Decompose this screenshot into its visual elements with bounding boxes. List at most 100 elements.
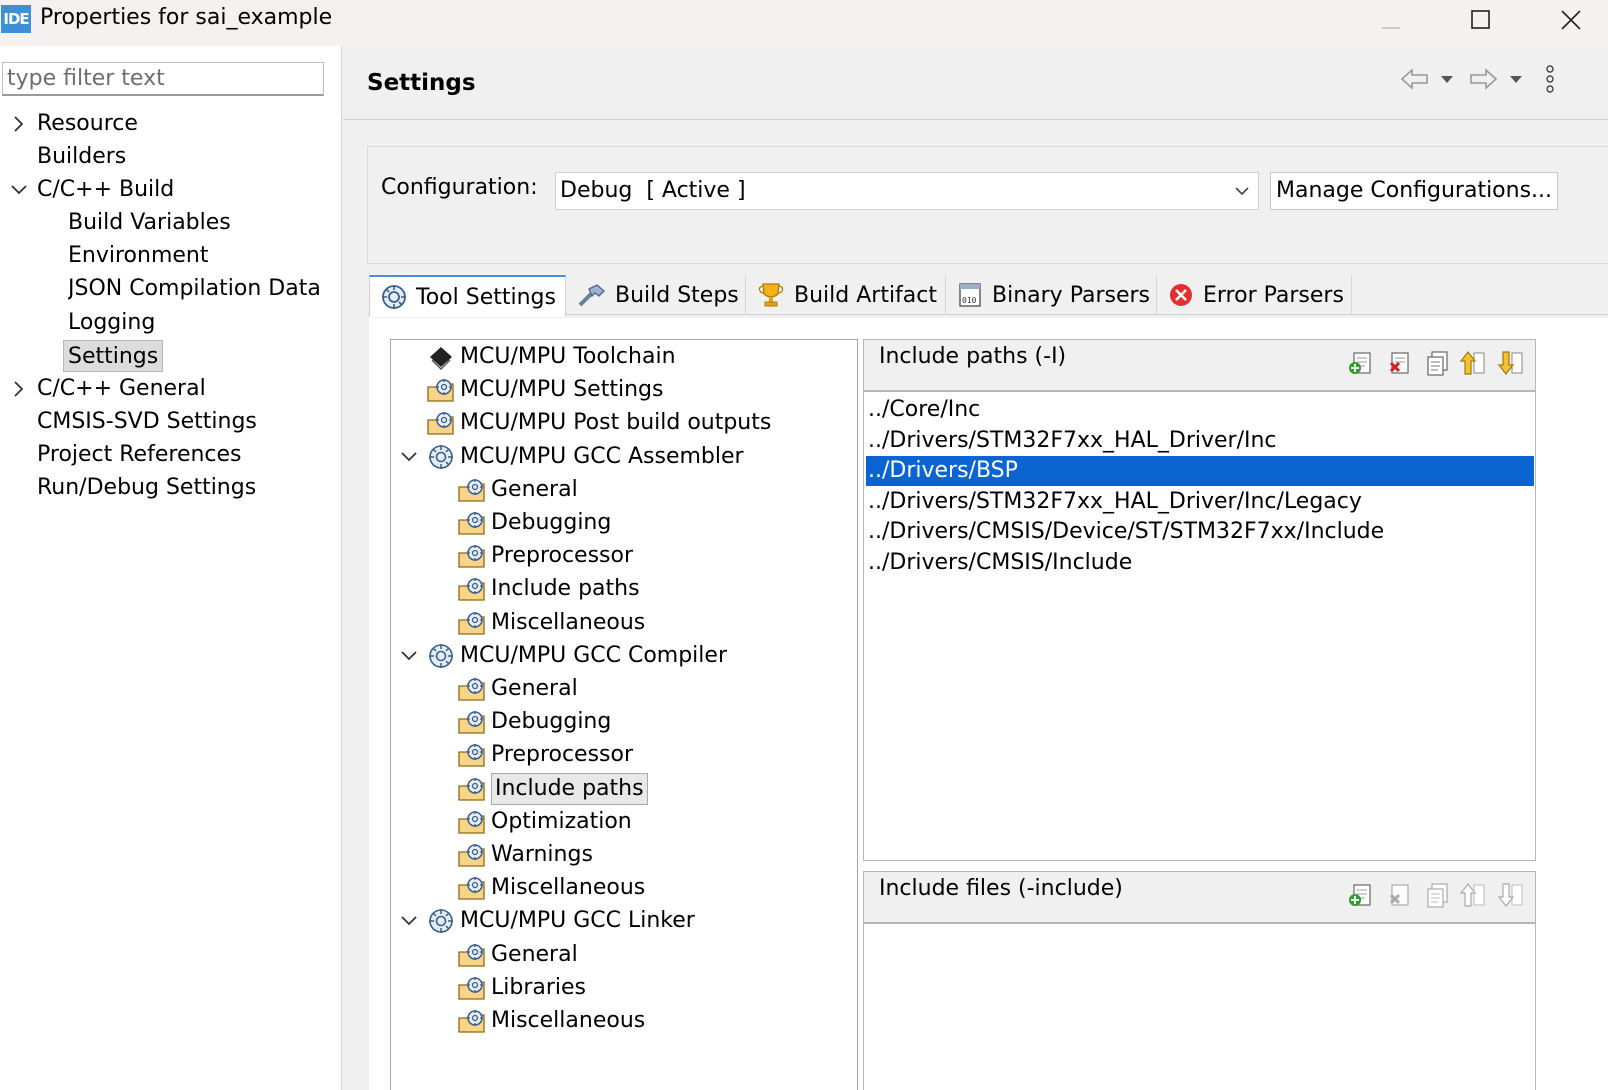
delete-path-button[interactable] [1384,348,1414,378]
options-folder-icon [457,542,487,570]
tree-item-label: Warnings [491,842,593,867]
tree-item-label: Miscellaneous [491,1008,646,1033]
nav-item-settings[interactable]: Settings [63,340,164,372]
tree-item-debugging[interactable]: Debugging [457,706,614,738]
include-path-row[interactable]: ../Drivers/STM32F7xx_HAL_Driver/Inc/Lega… [866,487,1534,517]
configuration-select[interactable]: Debug [ Active ] [555,172,1259,210]
tree-item-optimization[interactable]: Optimization [457,806,635,838]
tree-item-label: MCU/MPU Settings [460,377,664,402]
dropdown-triangle-icon [1510,76,1522,83]
nav-item-c-c-build[interactable]: C/C++ Build [37,174,174,206]
nav-item-logging[interactable]: Logging [68,307,155,339]
move-up-button[interactable] [1458,348,1488,378]
arrow-down-icon [1497,883,1523,907]
tab-label: Build Steps [615,282,739,308]
tree-item-label: MCU/MPU Post build outputs [460,410,772,435]
add-file-button[interactable] [1346,880,1376,910]
nav-item-build-variables[interactable]: Build Variables [68,207,231,239]
include-paths-list[interactable]: ../Core/Inc ../Drivers/STM32F7xx_HAL_Driv… [863,391,1536,861]
close-icon [1561,10,1581,30]
tree-item-label: MCU/MPU GCC Compiler [460,643,727,668]
edit-file-button[interactable] [1422,880,1452,910]
chevron-down-icon[interactable] [398,441,420,473]
options-folder-icon [457,941,487,969]
tab-build-steps[interactable]: Build Steps [567,275,746,315]
tree-item-libraries[interactable]: Libraries [457,972,589,1004]
include-path-row[interactable]: ../Drivers/STM32F7xx_HAL_Driver/Inc [866,426,1534,456]
tree-item-preprocessor[interactable]: Preprocessor [457,540,636,572]
delete-file-button[interactable] [1384,880,1414,910]
tree-item-include-paths[interactable]: Include paths [457,773,648,805]
tree-item-mcu-mpu-toolchain[interactable]: MCU/MPU Toolchain [426,341,679,373]
options-folder-icon [426,409,456,437]
svg-text:010: 010 [962,296,977,305]
tree-item-label: Debugging [491,510,612,535]
tree-item-label: MCU/MPU GCC Linker [460,908,695,933]
include-path-row[interactable]: ../Drivers/CMSIS/Include [866,548,1534,578]
chevron-down-icon[interactable] [398,640,420,672]
include-files-list[interactable] [863,923,1536,1090]
nav-item-project-references[interactable]: Project References [37,439,242,471]
close-button[interactable] [1536,0,1606,40]
include-path-row[interactable]: ../Core/Inc [866,395,1534,425]
tree-item-warnings[interactable]: Warnings [457,839,596,871]
tool-settings-icon [382,285,406,309]
tree-item-general[interactable]: General [457,474,581,506]
tab-label: Build Artifact [794,282,937,308]
back-button[interactable] [1398,66,1432,92]
tab-error-parsers[interactable]: Error Parsers [1157,275,1352,315]
build-steps-icon [578,284,605,307]
tree-item-miscellaneous[interactable]: Miscellaneous [457,872,648,904]
nav-item-run-debug-settings[interactable]: Run/Debug Settings [37,472,256,504]
tree-item-debugging[interactable]: Debugging [457,507,614,539]
tree-item-mcu-mpu-gcc-compiler[interactable]: MCU/MPU GCC Compiler [426,640,730,672]
filter-input[interactable] [2,62,324,96]
tab-binary-parsers[interactable]: 010 Binary Parsers [946,275,1157,315]
tree-item-mcu-mpu-gcc-assembler[interactable]: MCU/MPU GCC Assembler [426,441,747,473]
tree-item-general[interactable]: General [457,939,581,971]
nav-item-builders[interactable]: Builders [37,141,126,173]
tree-item-label: General [491,477,578,502]
include-path-row[interactable]: ../Drivers/BSP [866,456,1534,486]
add-path-button[interactable] [1346,348,1376,378]
nav-item-cmsis-svd-settings[interactable]: CMSIS-SVD Settings [37,406,257,438]
tree-item-miscellaneous[interactable]: Miscellaneous [457,1005,648,1037]
chevron-right-icon[interactable] [8,108,30,140]
tree-item-mcu-mpu-settings[interactable]: MCU/MPU Settings [426,374,666,406]
tree-item-label: Preprocessor [491,742,634,767]
tree-item-preprocessor[interactable]: Preprocessor [457,739,636,771]
nav-item-c-c-general[interactable]: C/C++ General [37,373,206,405]
view-menu-button[interactable] [1538,65,1562,93]
tree-item-miscellaneous[interactable]: Miscellaneous [457,607,648,639]
options-folder-icon [457,775,487,803]
manage-configurations-button[interactable]: Manage Configurations... [1270,172,1558,210]
tree-item-mcu-mpu-gcc-linker[interactable]: MCU/MPU GCC Linker [426,905,698,937]
options-folder-icon [426,376,456,404]
move-file-up-button[interactable] [1458,880,1488,910]
tab-tool-settings[interactable]: Tool Settings [369,275,566,317]
move-file-down-button[interactable] [1496,880,1526,910]
chevron-down-icon[interactable] [8,174,30,206]
tree-item-label: Include paths [491,773,648,805]
nav-item-json-compilation-data[interactable]: JSON Compilation Data [68,273,324,305]
chevron-right-icon[interactable] [8,373,30,405]
maximize-button[interactable] [1446,0,1516,40]
back-menu-button[interactable] [1436,66,1458,92]
include-path-row[interactable]: ../Drivers/CMSIS/Device/ST/STM32F7xx/Inc… [866,517,1534,547]
app-icon: IDE [1,5,31,33]
tree-item-label: Optimization [491,809,632,834]
chevron-down-icon[interactable] [398,905,420,937]
tree-item-include-paths[interactable]: Include paths [457,573,643,605]
edit-path-button[interactable] [1422,348,1452,378]
header-separator [343,119,1608,120]
move-down-button[interactable] [1496,348,1526,378]
tab-build-artifact[interactable]: Build Artifact [746,275,946,315]
nav-item-resource[interactable]: Resource [37,108,138,140]
tab-label: Binary Parsers [992,282,1150,308]
tree-item-general[interactable]: General [457,673,581,705]
forward-menu-button[interactable] [1505,66,1527,92]
tree-item-mcu-mpu-post-build-outputs[interactable]: MCU/MPU Post build outputs [426,407,774,439]
forward-button[interactable] [1466,66,1500,92]
minimize-button[interactable] [1356,0,1426,40]
nav-item-environment[interactable]: Environment [68,240,208,272]
